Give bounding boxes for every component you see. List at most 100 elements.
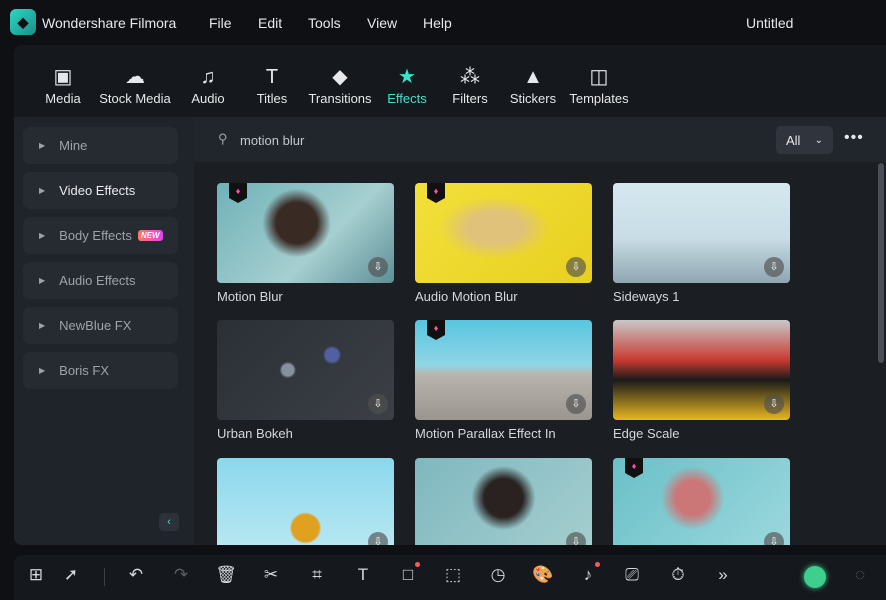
tab-label: Templates: [569, 91, 629, 106]
download-icon[interactable]: ⇩: [566, 257, 586, 277]
collapse-sidebar-button[interactable]: ‹: [159, 513, 179, 531]
effect-card[interactable]: ⇩: [217, 458, 394, 545]
tab-label: Stock Media: [99, 91, 171, 106]
download-icon[interactable]: ⇩: [764, 257, 784, 277]
effect-card[interactable]: ♦ ⇩: [415, 183, 592, 283]
category-sidebar: ▶ Mine ▶ Video Effects ▶ Body Effects NEW ▶ A…: [14, 117, 194, 545]
sidebar-item-mine[interactable]: ▶ Mine: [23, 127, 178, 164]
ai-audio-icon[interactable]: ♪: [576, 562, 600, 585]
sidebar-item-boris-fx[interactable]: ▶ Boris FX: [23, 352, 178, 389]
layout-icon[interactable]: ⊞: [24, 565, 48, 585]
download-icon[interactable]: ⇩: [368, 532, 388, 545]
sidebar-item-label: Body Effects: [59, 228, 132, 243]
sidebar-item-label: Boris FX: [59, 363, 109, 378]
search-input[interactable]: [240, 129, 540, 151]
effect-card[interactable]: ♦ ⇩: [217, 183, 394, 283]
tab-titles[interactable]: T Titles: [257, 65, 288, 106]
filter-dropdown[interactable]: All ⌄: [776, 126, 833, 154]
caret-right-icon: ▶: [39, 141, 46, 150]
download-icon[interactable]: ⇩: [566, 532, 586, 545]
divider: [104, 568, 105, 586]
sidebar-item-body-effects[interactable]: ▶ Body Effects NEW: [23, 217, 178, 254]
effect-name: Motion Blur: [217, 289, 283, 304]
search-bar: ⚲ All ⌄ •••: [194, 117, 886, 162]
scrollbar[interactable]: [878, 163, 884, 363]
scissors-icon[interactable]: ✂: [259, 565, 283, 585]
transition-icon: ◆: [332, 66, 348, 88]
undo-icon[interactable]: ↶: [124, 565, 148, 585]
menu-view[interactable]: View: [367, 15, 397, 31]
download-icon[interactable]: ⇩: [566, 394, 586, 414]
sidebar-item-audio-effects[interactable]: ▶ Audio Effects: [23, 262, 178, 299]
chevron-down-icon: ⌄: [814, 134, 823, 146]
tab-media[interactable]: ▣ Media: [45, 65, 80, 106]
effect-card[interactable]: ⇩: [613, 183, 790, 283]
download-icon[interactable]: ⇩: [368, 394, 388, 414]
crop-icon[interactable]: ⌗: [305, 565, 329, 585]
ai-assistant-icon[interactable]: [804, 566, 826, 588]
filters-icon: ⁂: [459, 66, 480, 88]
more-tools-icon[interactable]: »: [711, 565, 735, 585]
tab-transitions[interactable]: ◆ Transitions: [308, 65, 371, 106]
tab-label: Media: [45, 91, 81, 106]
effect-name: Motion Parallax Effect In: [415, 426, 556, 441]
premium-gem-icon: ♦: [625, 458, 643, 478]
text-tool-icon[interactable]: T: [351, 565, 375, 585]
speed-icon[interactable]: ◷: [486, 565, 510, 585]
library-panel: ▣ Media ☁ Stock Media ♫ Audio T Titles ◆ Tran…: [14, 45, 886, 545]
ai-cutout-icon[interactable]: ⬚: [441, 565, 465, 585]
menu-tools[interactable]: Tools: [308, 15, 341, 31]
caret-right-icon: ▶: [39, 276, 46, 285]
effect-name: Urban Bokeh: [217, 426, 293, 441]
sidebar-item-label: Mine: [59, 138, 88, 153]
effect-card[interactable]: ⇩: [217, 320, 394, 420]
tab-label: Transitions: [308, 91, 372, 106]
tab-label: Filters: [452, 91, 488, 106]
redo-icon[interactable]: ↷: [169, 565, 193, 585]
filmora-logo-icon: ◆: [10, 9, 36, 35]
title-bar: ◆ Wondershare Filmora File Edit Tools Vi…: [0, 0, 886, 45]
effect-name: Audio Motion Blur: [415, 289, 518, 304]
sidebar-item-newblue-fx[interactable]: ▶ NewBlue FX: [23, 307, 178, 344]
more-options-button[interactable]: •••: [844, 129, 864, 147]
render-preview-icon[interactable]: ◌: [848, 565, 872, 585]
image-icon: ▣: [53, 66, 73, 88]
timeline-toolbar: ⊞ ➚ ↶ ↷ 🗑 ✂ ⌗ T □ ⬚ ◷ 🎨 ♪ ⎚ ⏱ » ◌: [14, 555, 886, 600]
effect-card[interactable]: ⇩: [613, 320, 790, 420]
tab-label: Stickers: [509, 91, 557, 106]
new-badge: NEW: [137, 230, 163, 241]
download-icon[interactable]: ⇩: [764, 532, 784, 545]
tab-templates[interactable]: ◫ Templates: [569, 65, 628, 106]
menu-help[interactable]: Help: [423, 15, 452, 31]
tab-stickers[interactable]: ▲ Stickers: [510, 65, 556, 106]
effect-card[interactable]: ♦ ⇩: [415, 320, 592, 420]
effect-card[interactable]: ⇩: [415, 458, 592, 545]
select-cursor-icon[interactable]: ➚: [59, 565, 83, 585]
download-icon[interactable]: ⇩: [368, 257, 388, 277]
text-icon: T: [265, 66, 279, 88]
filter-value: All: [786, 132, 801, 148]
delete-icon[interactable]: 🗑: [214, 565, 238, 585]
download-icon[interactable]: ⇩: [764, 394, 784, 414]
tab-effects[interactable]: ★ Effects: [387, 65, 427, 106]
sidebar-item-label: Video Effects: [59, 183, 136, 198]
color-palette-icon[interactable]: 🎨: [531, 565, 555, 585]
caret-right-icon: ▶: [39, 366, 46, 375]
sidebar-item-video-effects[interactable]: ▶ Video Effects: [23, 172, 178, 209]
template-icon: ◫: [589, 66, 609, 88]
cloud-icon: ☁: [124, 66, 145, 88]
premium-gem-icon: ♦: [427, 183, 445, 203]
premium-gem-icon: ♦: [427, 320, 445, 340]
premium-gem-icon: ♦: [229, 183, 247, 203]
menu-edit[interactable]: Edit: [258, 15, 282, 31]
sidebar-item-label: Audio Effects: [59, 273, 136, 288]
shape-icon[interactable]: □: [396, 562, 420, 585]
timer-icon[interactable]: ⏱: [666, 565, 690, 585]
tab-stock-media[interactable]: ☁ Stock Media: [99, 65, 171, 106]
search-icon: ⚲: [218, 131, 228, 146]
tab-audio[interactable]: ♫ Audio: [191, 65, 224, 106]
menu-file[interactable]: File: [209, 15, 232, 31]
record-presentation-icon[interactable]: ⎚: [620, 565, 644, 585]
tab-filters[interactable]: ⁂ Filters: [452, 65, 487, 106]
effect-card[interactable]: ♦ ⇩: [613, 458, 790, 545]
